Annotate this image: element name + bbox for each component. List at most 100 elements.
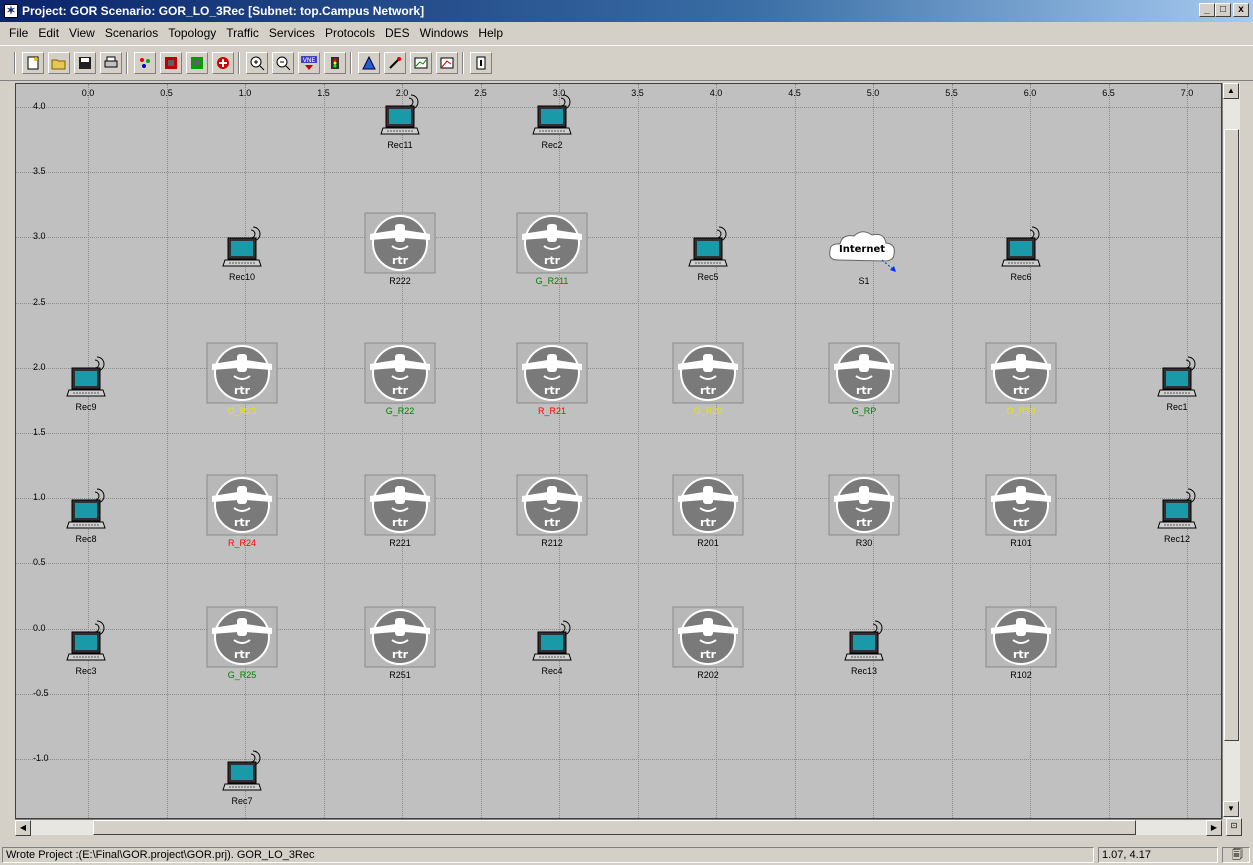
import-icon[interactable] — [134, 52, 156, 74]
node-rec3[interactable]: Rec3 — [46, 620, 126, 676]
node-g_r22[interactable]: rtr G_R22 — [360, 342, 440, 416]
node-r221[interactable]: rtr R221 — [360, 474, 440, 548]
node-rec6[interactable]: Rec6 — [981, 226, 1061, 282]
menu-windows[interactable]: Windows — [415, 26, 474, 40]
zoom-out-icon[interactable] — [272, 52, 294, 74]
zoom-in-icon[interactable] — [246, 52, 268, 74]
router-icon: rtr — [364, 342, 436, 404]
close-button[interactable]: x — [1233, 3, 1249, 17]
node-rec2[interactable]: Rec2 — [512, 94, 592, 150]
scroll-up-button[interactable]: ▲ — [1223, 83, 1239, 99]
node-r_r21[interactable]: rtr R_R21 — [512, 342, 592, 416]
node-r212[interactable]: rtr R212 — [512, 474, 592, 548]
menu-topology[interactable]: Topology — [163, 26, 221, 40]
laptop-icon — [688, 226, 728, 267]
new-project-icon[interactable] — [22, 52, 44, 74]
node-rec12[interactable]: Rec12 — [1137, 488, 1217, 544]
menu-des[interactable]: DES — [380, 26, 415, 40]
vertical-scrollbar[interactable]: ▲ ▼ — [1222, 83, 1240, 819]
toolbar-separator — [238, 52, 240, 74]
run-des-icon[interactable] — [324, 52, 346, 74]
horizontal-scroll-thumb[interactable] — [93, 820, 1136, 835]
node-label: Rec10 — [228, 272, 255, 282]
zoom-to-fit-button[interactable]: ⊡ — [1226, 818, 1242, 836]
node-label: Rec4 — [541, 666, 563, 676]
aggregate-icon[interactable] — [358, 52, 380, 74]
x-tick-label: 6.0 — [1023, 88, 1037, 98]
scroll-down-button[interactable]: ▼ — [1223, 801, 1239, 817]
vne-icon[interactable]: VNE — [298, 52, 320, 74]
svg-text:rtr: rtr — [544, 516, 561, 529]
status-log-icon[interactable]: 🗐 — [1222, 847, 1250, 863]
router-icon: rtr — [516, 212, 588, 274]
svg-text:rtr: rtr — [392, 254, 409, 267]
menu-traffic[interactable]: Traffic — [221, 26, 264, 40]
node-rec1[interactable]: Rec1 — [1137, 356, 1217, 412]
node-rec13[interactable]: Rec13 — [824, 620, 904, 676]
configure-icon[interactable] — [212, 52, 234, 74]
print-icon[interactable] — [100, 52, 122, 74]
menu-services[interactable]: Services — [264, 26, 320, 40]
node-label: G_R22 — [385, 406, 415, 416]
node-r201[interactable]: rtr R201 — [668, 474, 748, 548]
node-r102[interactable]: rtr R102 — [981, 606, 1061, 680]
node-o_r23[interactable]: rtr O_R23 — [202, 342, 282, 416]
node-rec8[interactable]: Rec8 — [46, 488, 126, 544]
fail-node-icon[interactable] — [160, 52, 182, 74]
node-o_r10[interactable]: rtr O_R10 — [981, 342, 1061, 416]
grid-line — [16, 563, 1221, 565]
hide-graphs-icon[interactable] — [410, 52, 432, 74]
node-rec4[interactable]: Rec4 — [512, 620, 592, 676]
node-label: O_R23 — [227, 406, 257, 416]
toolbar-separator — [126, 52, 128, 74]
laptop-icon — [1157, 356, 1197, 397]
toolbar: VNE — [0, 45, 1253, 81]
node-rec7[interactable]: Rec7 — [202, 750, 282, 806]
grid-line — [16, 172, 1221, 174]
node-label: Rec7 — [231, 796, 253, 806]
node-rec5[interactable]: Rec5 — [668, 226, 748, 282]
horizontal-scrollbar[interactable]: ◀ ▶ — [15, 819, 1222, 836]
project-workspace[interactable]: 0.0 0.5 1.0 1.5 2.0 2.5 3.0 3.5 4.0 4.5 5.0 5.5 6.0 6… — [15, 83, 1222, 819]
menu-view[interactable]: View — [64, 26, 100, 40]
svg-text:rtr: rtr — [700, 648, 717, 661]
x-tick-label: 2.5 — [474, 88, 487, 98]
node-o_r20[interactable]: rtr O_R20 — [668, 342, 748, 416]
node-label: Rec11 — [387, 140, 413, 150]
save-icon[interactable] — [74, 52, 96, 74]
x-tick-label: 5.0 — [866, 88, 880, 98]
title-bar: ✶ Project: GOR Scenario: GOR_LO_3Rec [Su… — [0, 0, 1253, 22]
scroll-left-button[interactable]: ◀ — [15, 820, 31, 836]
node-r251[interactable]: rtr R251 — [360, 606, 440, 680]
node-r_r24[interactable]: rtr R_R24 — [202, 474, 282, 548]
menu-file[interactable]: File — [4, 26, 33, 40]
node-r30[interactable]: rtr R30 — [824, 474, 904, 548]
y-tick-label: 2.0 — [33, 361, 46, 372]
node-g_r211[interactable]: rtr G_R211 — [512, 212, 592, 286]
router-icon: rtr — [364, 606, 436, 668]
view-results-icon[interactable] — [384, 52, 406, 74]
grid-line — [480, 84, 482, 818]
vertical-scroll-thumb[interactable] — [1224, 129, 1239, 741]
help-icon[interactable] — [470, 52, 492, 74]
open-icon[interactable] — [48, 52, 70, 74]
minimize-button[interactable]: _ — [1199, 3, 1215, 17]
maximize-button[interactable]: □ — [1215, 3, 1231, 17]
menu-help[interactable]: Help — [473, 26, 508, 40]
laptop-icon — [1157, 488, 1197, 529]
recover-node-icon[interactable] — [186, 52, 208, 74]
node-s1[interactable]: Internet S1 — [824, 226, 904, 286]
node-r202[interactable]: rtr R202 — [668, 606, 748, 680]
menu-protocols[interactable]: Protocols — [320, 26, 380, 40]
node-rec9[interactable]: Rec9 — [46, 356, 126, 412]
node-g_r25[interactable]: rtr G_R25 — [202, 606, 282, 680]
scroll-right-button[interactable]: ▶ — [1206, 820, 1222, 836]
node-rec11[interactable]: Rec11 — [360, 94, 440, 150]
node-r222[interactable]: rtr R222 — [360, 212, 440, 286]
node-rec10[interactable]: Rec10 — [202, 226, 282, 282]
edit-attributes-icon[interactable] — [436, 52, 458, 74]
menu-edit[interactable]: Edit — [33, 26, 64, 40]
menu-scenarios[interactable]: Scenarios — [100, 26, 163, 40]
node-r101[interactable]: rtr R101 — [981, 474, 1061, 548]
node-g_rp[interactable]: rtr G_RP — [824, 342, 904, 416]
